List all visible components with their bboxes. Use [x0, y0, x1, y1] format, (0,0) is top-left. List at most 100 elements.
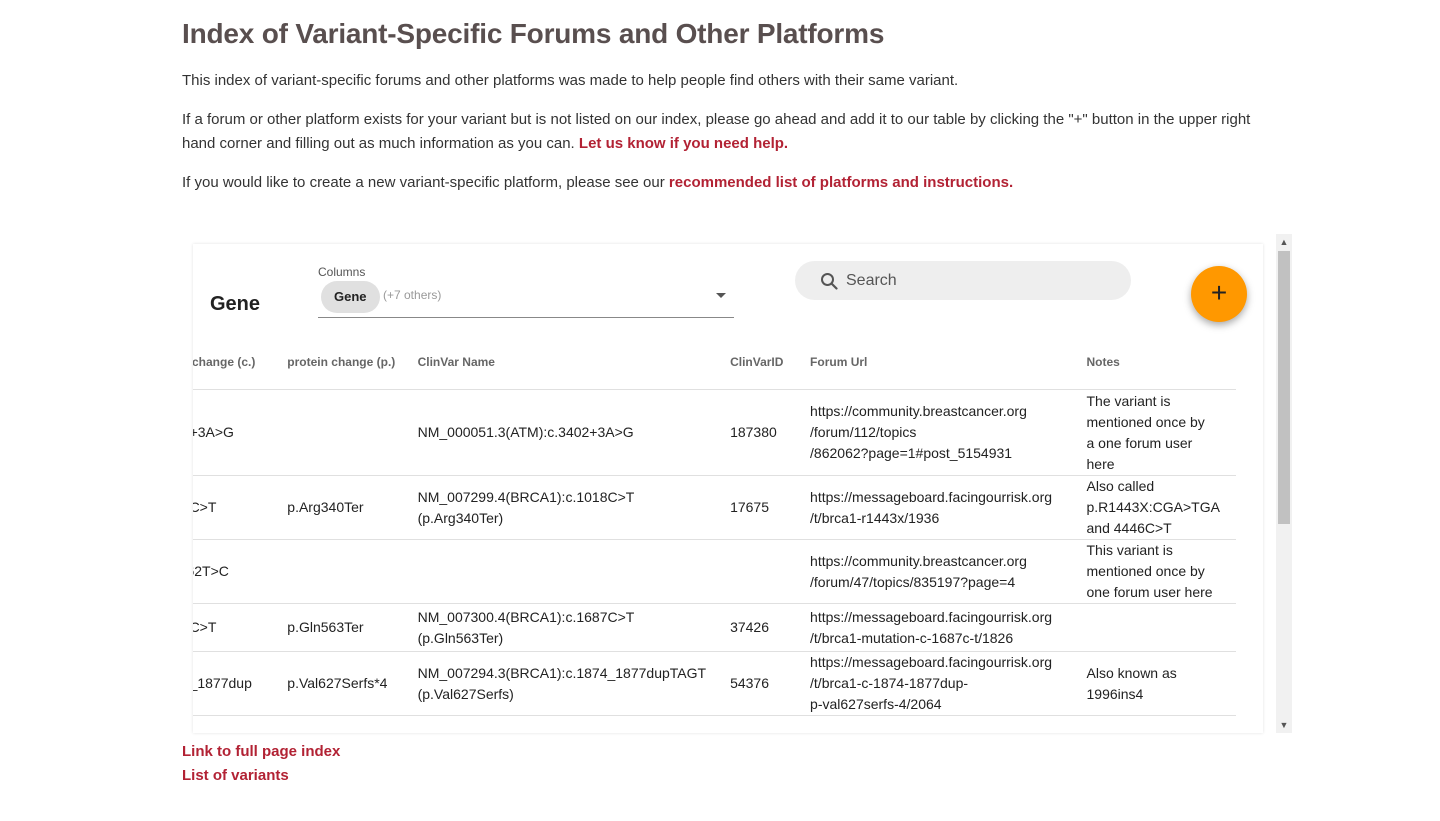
cell-forum-url-line[interactable]: /forum/47/topics/835197?page=4: [810, 572, 1070, 593]
header-notes[interactable]: Notes: [1078, 335, 1236, 390]
cell-forum-url[interactable]: https://community.breastcancer.org: [802, 715, 1079, 733]
cell-clinvar-id: [722, 715, 803, 733]
cell-notes-line: 1996ins4: [1086, 685, 1144, 702]
header-clinvar-id[interactable]: ClinVarID: [722, 335, 803, 390]
cell-clinvar-name-line: NM_007299.4(BRCA1):c.1018C>T: [417, 488, 635, 505]
cell-protein-change: p.Gln563Ter: [279, 603, 410, 652]
plus-icon: +: [1210, 277, 1228, 308]
platforms-link[interactable]: recommended list of platforms and instru…: [669, 174, 1013, 191]
cell-forum-url[interactable]: https://community.breastcancer.org/forum…: [802, 389, 1079, 476]
table-scrollbar[interactable]: ▲ ▼: [1276, 234, 1292, 733]
full-page-index-link[interactable]: Link to full page index: [182, 740, 340, 764]
cell-forum-url-line[interactable]: /t/brca1-mutation-c-1687c-t/1826: [810, 628, 1070, 649]
cell-notes: Also known as 1996ins4: [1078, 651, 1236, 716]
cell-protein-change: p.Val627Serfs*4: [279, 651, 410, 716]
header-forum-url[interactable]: Forum Url: [802, 335, 1079, 390]
cell-coding-change-text: 18C>T: [193, 499, 217, 515]
cell-clinvar-id: 17675: [722, 475, 803, 540]
columns-label: Columns: [318, 265, 366, 279]
help-link[interactable]: Let us know if you need help.: [579, 135, 788, 152]
search-input[interactable]: [846, 261, 1116, 300]
cell-forum-url[interactable]: https://community.breastcancer.org/forum…: [802, 539, 1079, 604]
table-body: 02+3A>G NM_000051.3(ATM):c.3402+3A>G 18738…: [193, 389, 1236, 733]
cell-clinvar-id-text: 37426: [730, 619, 769, 635]
cell-clinvar-name: NM_007299.4(BRCA1):c.1018C>T (p.Arg340Ter…: [409, 475, 723, 540]
cell-clinvar-name-line: (p.Val627Serfs): [417, 685, 514, 702]
cell-forum-url-line[interactable]: https://messageboard.facingourrisk.org: [810, 652, 1070, 673]
cell-protein-change: [279, 539, 410, 604]
cell-forum-url-line[interactable]: /forum/112/topics: [810, 422, 1070, 443]
table-row[interactable]: 74_1877dup p.Val627Serfs*4 NM_007294.3(BRC…: [193, 651, 1236, 716]
embedded-table-frame: Gene Columns Gene (+7 others) + ng chang…: [193, 234, 1293, 733]
cell-forum-url-line[interactable]: https://messageboard.facingourrisk.org: [810, 607, 1070, 628]
cell-forum-url-line[interactable]: https://community.breastcancer.org: [810, 551, 1070, 572]
cell-forum-url-line[interactable]: /862062?page=1#post_5154931: [810, 443, 1070, 464]
table-card: Gene Columns Gene (+7 others) + ng chang…: [193, 244, 1263, 733]
cell-clinvar-name: [409, 539, 723, 604]
cell-clinvar-name: NM_007294.3(BRCA1):c.1874_1877dupTAGT (p.…: [409, 651, 723, 716]
scroll-down-arrow-icon[interactable]: ▼: [1276, 717, 1292, 733]
column-chip-gene[interactable]: Gene: [321, 281, 380, 313]
create-text: If you would like to create a new varian…: [182, 174, 669, 191]
cell-coding-change: 02+3A>G: [193, 389, 280, 476]
cell-notes: This variant is mentioned once by one foru…: [1078, 539, 1236, 604]
footer-links: Link to full page index List of variants: [182, 740, 340, 788]
cell-notes-line: Also called: [1086, 478, 1155, 494]
cell-coding-change-text: 5-62T>C: [193, 563, 229, 579]
cell-notes-line: Also known as: [1086, 664, 1177, 681]
cell-clinvar-id: 187380: [722, 389, 803, 476]
cell-clinvar-id-text: 17675: [730, 499, 769, 515]
cell-clinvar-id-text: 54376: [730, 675, 769, 691]
cell-coding-change-text: 74_1877dup: [193, 675, 252, 691]
cell-protein-change: [279, 715, 410, 733]
cell-coding-change-text: 87C>T: [193, 619, 217, 635]
cell-clinvar-id-text: 187380: [730, 424, 777, 440]
cell-notes-line: p.R1443X:CGA>TGA: [1086, 499, 1220, 515]
cell-notes-line: This variant is: [1086, 542, 1173, 558]
cell-notes-line: mentioned once by: [1086, 413, 1205, 430]
cell-clinvar-name-line: (p.Gln563Ter): [417, 629, 504, 646]
cell-forum-url[interactable]: https://messageboard.facingourrisk.org/t…: [802, 651, 1079, 716]
chevron-down-icon[interactable]: [716, 293, 726, 298]
cell-clinvar-name: NM_007300.4(BRCA1):c.1687C>T (p.Gln563Ter…: [409, 603, 723, 652]
cell-forum-url-line[interactable]: https://messageboard.facingourrisk.org: [810, 487, 1070, 508]
cell-coding-change: 74_1877dup: [193, 651, 280, 716]
cell-coding-change: 18C>T: [193, 475, 280, 540]
cell-forum-url[interactable]: https://messageboard.facingourrisk.org/t…: [802, 603, 1079, 652]
search-box[interactable]: [795, 261, 1131, 300]
table-header-row: ng change (c.) protein change (p.) ClinV…: [193, 335, 1236, 390]
cell-coding-change: 5-62T>C: [193, 539, 280, 604]
table-row[interactable]: 18C>T p.Arg340Ter NM_007299.4(BRCA1):c.101…: [193, 475, 1236, 540]
cell-notes: The variant is mentioned once by a one for…: [1078, 389, 1236, 476]
cell-protein-change: p.Arg340Ter: [279, 475, 410, 540]
scroll-up-arrow-icon[interactable]: ▲: [1276, 234, 1292, 250]
cell-clinvar-name-line: NM_007300.4(BRCA1):c.1687C>T: [417, 608, 635, 625]
cell-forum-url-line[interactable]: https://community.breastcancer.org: [810, 401, 1070, 422]
scroll-thumb[interactable]: [1278, 251, 1290, 524]
cell-forum-url-line[interactable]: p-val627serfs-4/2064: [810, 694, 1070, 715]
cell-clinvar-name: NM_000051.3(ATM):c.3402+3A>G: [409, 389, 723, 476]
add-row-button[interactable]: +: [1191, 266, 1247, 322]
cell-clinvar-name: [409, 715, 723, 733]
table-row[interactable]: 87C>T p.Gln563Ter NM_007300.4(BRCA1):c.168…: [193, 603, 1236, 652]
table-row[interactable]: 5-62T>C https://community.breastcancer.or…: [193, 539, 1236, 604]
cell-notes-line: here: [1086, 455, 1115, 472]
header-clinvar-name[interactable]: ClinVar Name: [409, 335, 723, 390]
columns-select[interactable]: Gene (+7 others): [318, 280, 734, 318]
table-row[interactable]: https://community.breastcancer.orgVarian…: [193, 715, 1236, 733]
header-protein-change[interactable]: protein change (p.): [279, 335, 410, 390]
cell-notes: [1078, 603, 1236, 652]
cell-clinvar-name-line: (p.Arg340Ter): [417, 509, 504, 526]
cell-coding-change: 87C>T: [193, 603, 280, 652]
cell-protein-change-text: p.Val627Serfs*4: [287, 675, 388, 691]
columns-others-count: (+7 others): [383, 288, 442, 302]
search-icon: [821, 273, 838, 290]
cell-coding-change: [193, 715, 280, 733]
cell-clinvar-id: [722, 539, 803, 604]
cell-forum-url[interactable]: https://messageboard.facingourrisk.org/t…: [802, 475, 1079, 540]
header-coding-change[interactable]: ng change (c.): [193, 335, 280, 390]
cell-forum-url-line[interactable]: /t/brca1-c-1874-1877dup-: [810, 673, 1070, 694]
table-row[interactable]: 02+3A>G NM_000051.3(ATM):c.3402+3A>G 18738…: [193, 389, 1236, 476]
cell-forum-url-line[interactable]: /t/brca1-r1443x/1936: [810, 508, 1070, 529]
list-of-variants-link[interactable]: List of variants: [182, 764, 340, 788]
